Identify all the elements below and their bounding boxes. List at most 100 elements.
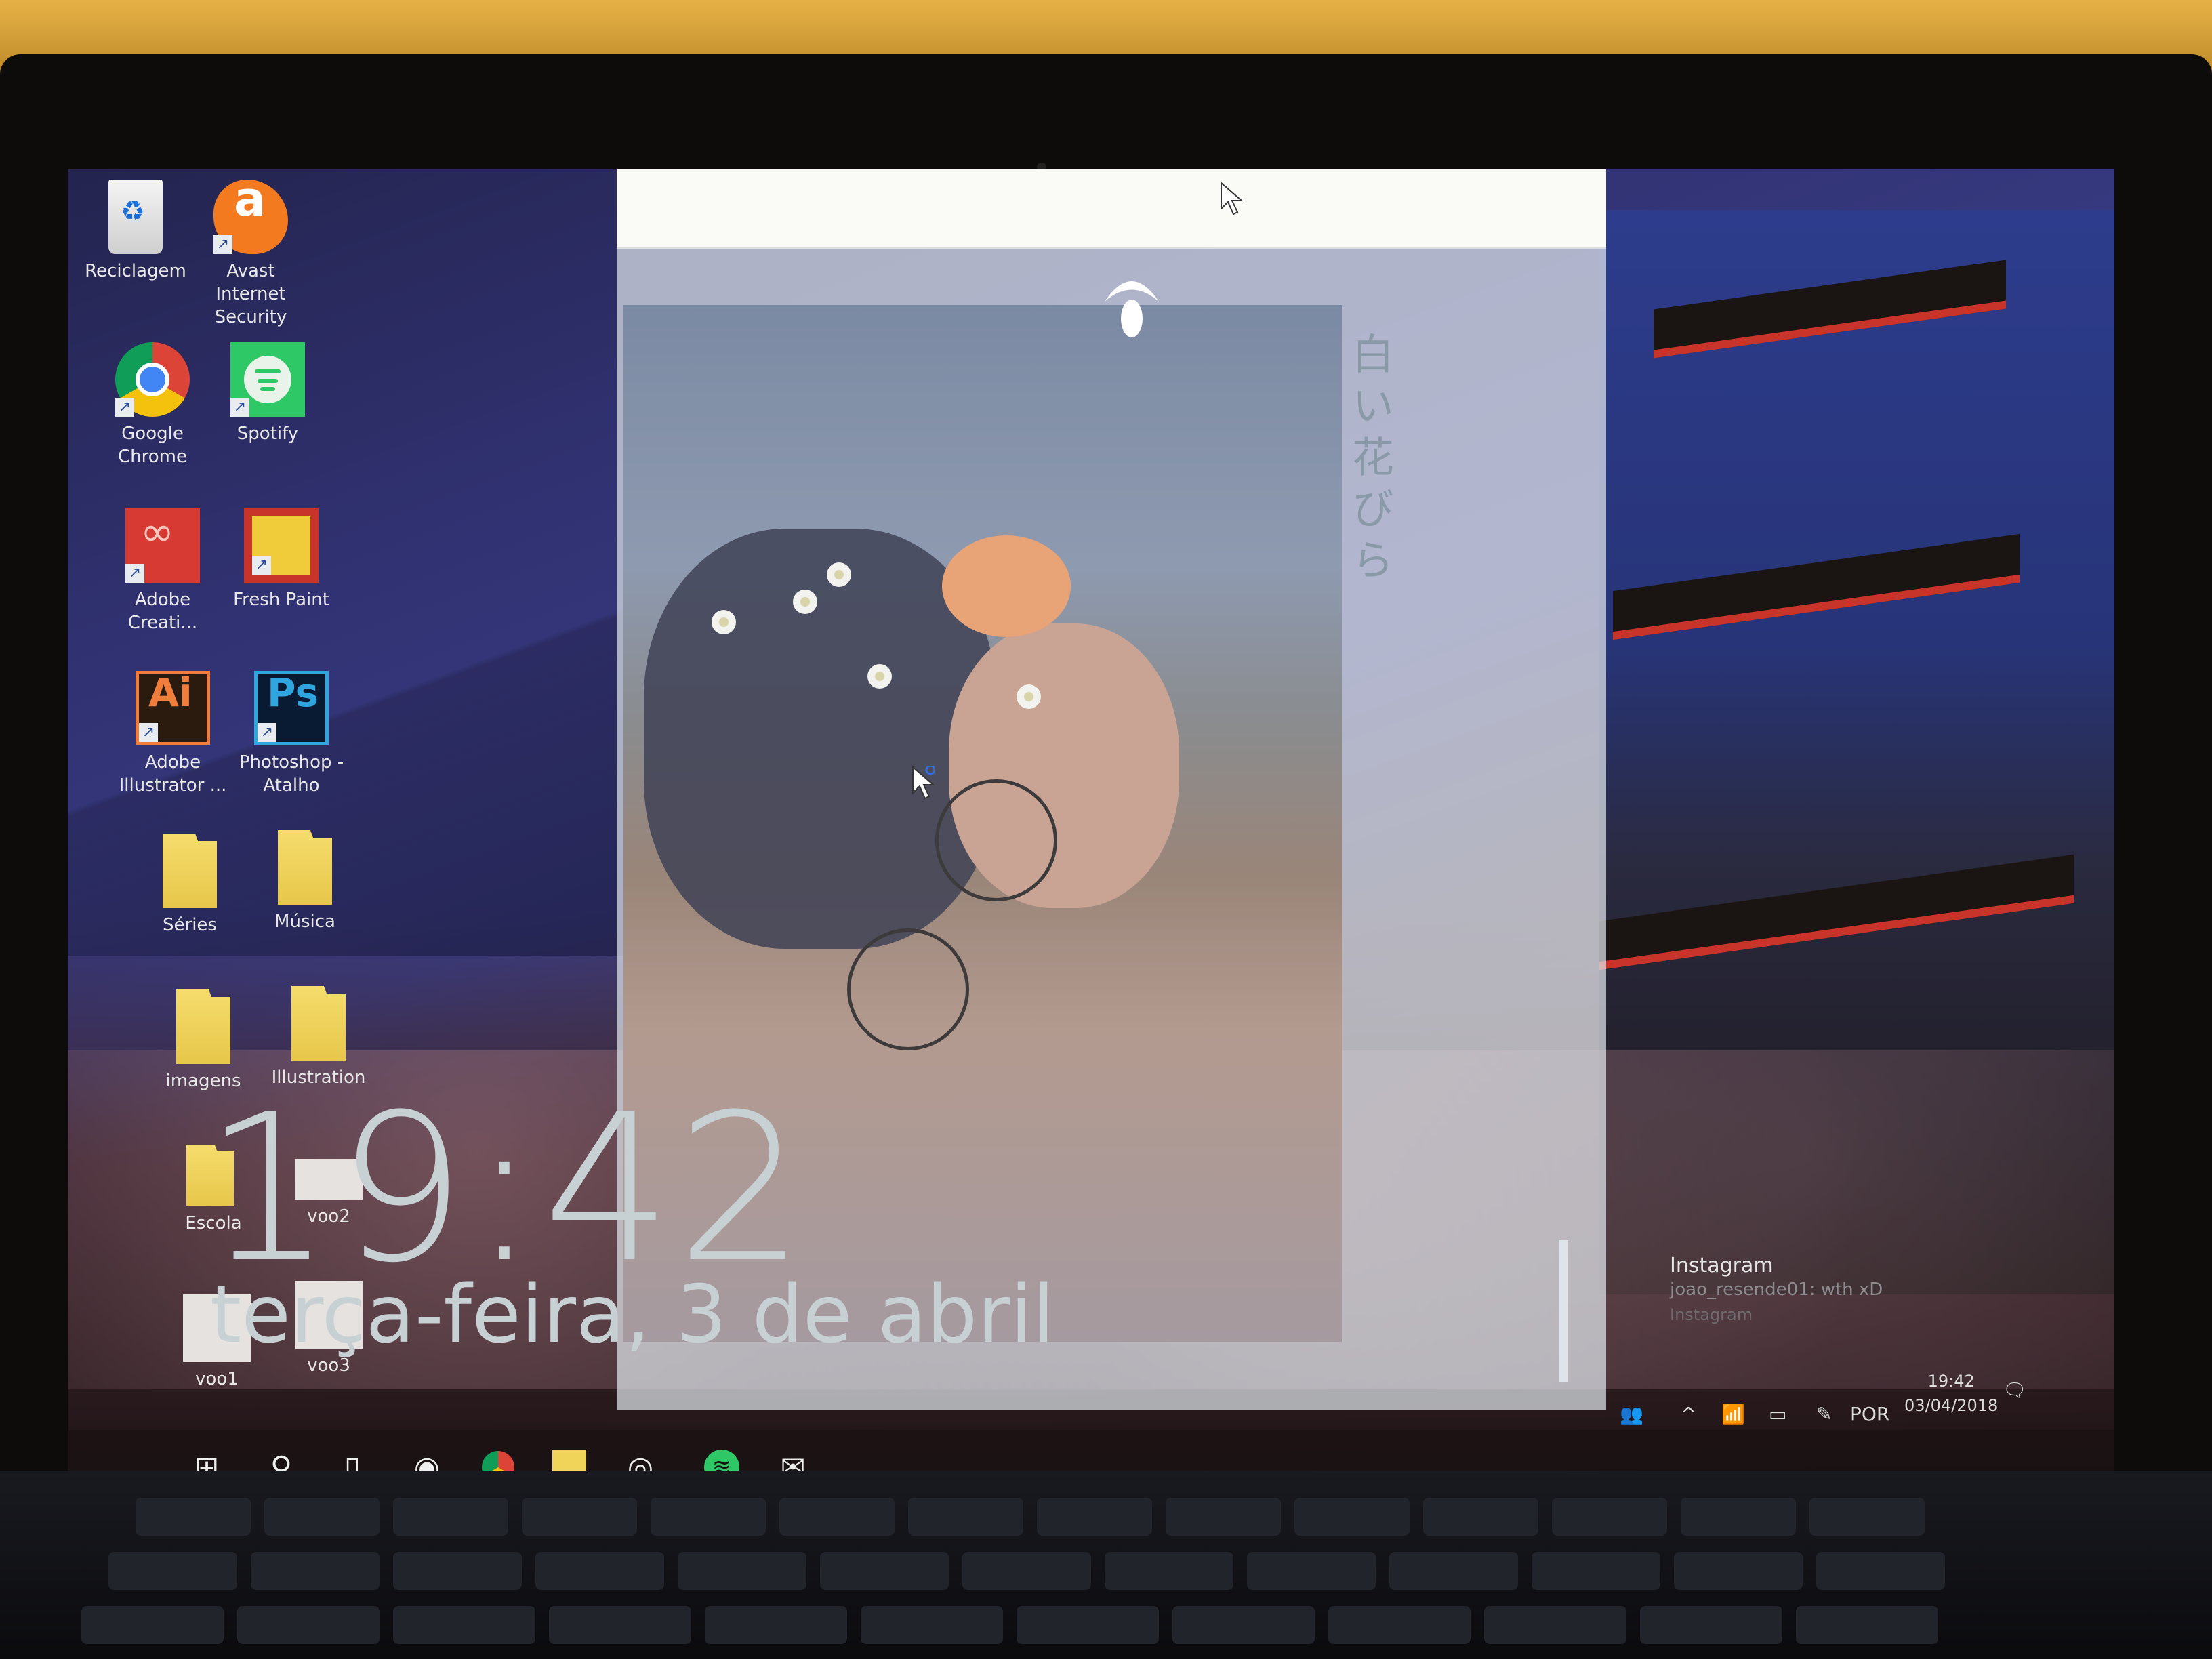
keyboard-key xyxy=(393,1498,508,1536)
keyboard-key xyxy=(861,1606,1003,1644)
music-folder-icon xyxy=(278,830,332,905)
chrome-icon: ↗ xyxy=(115,342,190,417)
pagoda-roof xyxy=(1654,260,2006,359)
keyboard-key xyxy=(1532,1552,1660,1590)
background-wall xyxy=(0,0,2212,61)
keyboard-key xyxy=(678,1552,806,1590)
keyboard-key xyxy=(962,1552,1091,1590)
photo-glasses xyxy=(935,779,1057,901)
keyboard-key xyxy=(264,1498,380,1536)
keyboard-key xyxy=(1809,1498,1925,1536)
desktop-icon-spotify[interactable]: ↗ Spotify xyxy=(210,342,325,445)
spotify-icon: ↗ xyxy=(230,342,305,417)
shortcut-arrow-icon: ↗ xyxy=(258,723,276,742)
mouse-cursor-icon xyxy=(1221,182,1243,216)
notification-icon: 🗨 xyxy=(2003,1379,2027,1401)
battery-icon: ▭ xyxy=(1769,1403,1787,1425)
chevron-up-icon: ^ xyxy=(1681,1403,1697,1425)
desktop-icon-fresh-paint[interactable]: ↗ Fresh Paint xyxy=(224,508,339,611)
wallpaper-caption: 白い花びら xyxy=(1345,332,1394,590)
icon-label: voo1 xyxy=(195,1369,239,1389)
battery-button[interactable]: ▭ xyxy=(1769,1403,1786,1425)
icon-label: Adobe Illustrator ... xyxy=(119,752,227,796)
illustrator-icon: Ai ↗ xyxy=(136,671,210,745)
notification-source: Instagram xyxy=(1670,1305,1753,1324)
desktop-icon-avast[interactable]: a ↗ Avast Internet Security xyxy=(193,176,308,329)
notification-title: Instagram xyxy=(1670,1254,1774,1277)
creative-cloud-icon: ∞ ↗ xyxy=(125,508,200,583)
keyboard-key xyxy=(1640,1606,1782,1644)
busy-cursor-icon xyxy=(912,766,935,800)
notification-message: joao_resende01: wth xD xyxy=(1670,1279,1883,1300)
app-window-titlebar[interactable] xyxy=(617,169,1606,249)
icon-label: Fresh Paint xyxy=(233,590,329,610)
keyboard-key xyxy=(1328,1606,1471,1644)
laptop-keyboard xyxy=(0,1471,2212,1659)
keyboard-key xyxy=(651,1498,766,1536)
folder-icon xyxy=(291,986,346,1061)
icon-label: Séries xyxy=(163,915,217,935)
keyboard-key xyxy=(1172,1606,1315,1644)
keyboard-key xyxy=(1552,1498,1667,1536)
tray-date: 03/04/2018 xyxy=(1904,1396,1999,1415)
photo-flower xyxy=(793,590,817,614)
keyboard-key xyxy=(1294,1498,1410,1536)
action-center-button[interactable]: 🗨 xyxy=(2003,1379,2027,1401)
tray-clock[interactable]: 19:42 03/04/2018 xyxy=(1904,1369,1998,1418)
avast-icon: a ↗ xyxy=(213,176,288,254)
shortcut-arrow-icon: ↗ xyxy=(139,723,158,742)
photo-flower xyxy=(1017,684,1041,709)
folder-icon xyxy=(163,834,217,908)
photo-flower xyxy=(712,610,736,634)
desktop-icon-musica-folder[interactable]: Música xyxy=(247,830,363,933)
icon-label: Photoshop - Atalho xyxy=(239,752,344,796)
shortcut-arrow-icon: ↗ xyxy=(115,398,134,417)
shortcut-arrow-icon: ↗ xyxy=(230,398,249,417)
desktop-icon-series-folder[interactable]: Séries xyxy=(132,834,247,937)
keyboard-key xyxy=(1247,1552,1376,1590)
desktop-icon-adobe-illustrator[interactable]: Ai ↗ Adobe Illustrator ... xyxy=(115,671,230,797)
photo-ear xyxy=(942,535,1071,637)
keyboard-key xyxy=(535,1552,664,1590)
keyboard-key xyxy=(1389,1552,1518,1590)
keyboard-key xyxy=(1017,1606,1159,1644)
tray-time: 19:42 xyxy=(1927,1372,1975,1391)
desktop-icon-recycle-bin[interactable]: ♻ Reciclagem xyxy=(78,180,193,283)
desktop-icon-adobe-creative-cloud[interactable]: ∞ ↗ Adobe Creati... xyxy=(105,508,220,634)
photo-flower xyxy=(827,562,851,587)
keyboard-key xyxy=(136,1498,251,1536)
language-button[interactable]: POR xyxy=(1850,1403,1889,1425)
keyboard-key xyxy=(1816,1552,1945,1590)
show-hidden-icons-button[interactable]: ^ xyxy=(1681,1403,1696,1425)
keyboard-key xyxy=(705,1606,847,1644)
keyboard-key xyxy=(820,1552,949,1590)
desktop-icon-google-chrome[interactable]: ↗ Google Chrome xyxy=(95,342,210,468)
keyboard-key xyxy=(1037,1498,1152,1536)
notification-toast[interactable]: Instagram joao_resende01: wth xD Instagr… xyxy=(1559,1240,2097,1382)
icon-label: Avast Internet Security xyxy=(214,261,287,327)
keyboard-key xyxy=(393,1552,522,1590)
pen-workspace-button[interactable]: ✎ xyxy=(1816,1403,1832,1425)
icon-label: Música xyxy=(274,912,335,932)
shortcut-arrow-icon: ↗ xyxy=(125,564,144,583)
photoshop-icon: Ps ↗ xyxy=(254,671,329,745)
wifi-button[interactable]: 📶 xyxy=(1721,1403,1745,1425)
keyboard-key xyxy=(251,1552,380,1590)
pagoda-roof xyxy=(1599,854,2074,970)
photo-glasses xyxy=(847,928,969,1050)
desktop-screen: ♻ Reciclagem a ↗ Avast Internet Security … xyxy=(68,169,2114,1498)
keyboard-key xyxy=(1681,1498,1796,1536)
people-icon: 👥 xyxy=(1620,1403,1643,1425)
desktop-icon-photoshop[interactable]: Ps ↗ Photoshop - Atalho xyxy=(234,671,349,797)
recycle-bin-icon: ♻ xyxy=(108,180,163,254)
icon-label: Google Chrome xyxy=(118,424,187,467)
keyboard-key xyxy=(779,1498,895,1536)
people-button[interactable]: 👥 xyxy=(1620,1403,1643,1425)
keyboard-key xyxy=(549,1606,691,1644)
keyboard-key xyxy=(908,1498,1023,1536)
keyboard-key xyxy=(1166,1498,1281,1536)
photo-flower xyxy=(867,664,892,689)
loading-spinner-icon xyxy=(1105,281,1159,337)
folder-icon xyxy=(176,989,230,1064)
shortcut-arrow-icon: ↗ xyxy=(213,235,232,254)
